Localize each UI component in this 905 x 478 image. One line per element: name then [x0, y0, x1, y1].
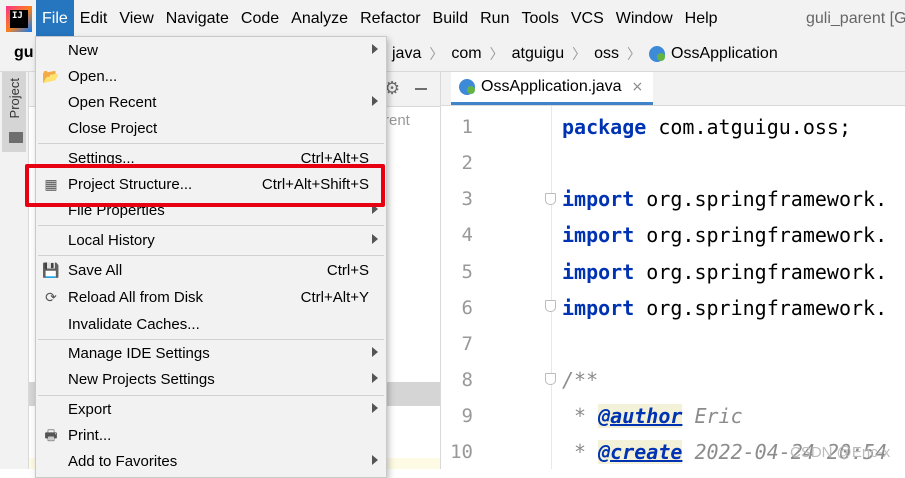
- breadcrumb-item-java[interactable]: java: [392, 45, 421, 63]
- menu-item-reload-from-disk[interactable]: ⟳ Reload All from Disk Ctrl+Alt+Y: [36, 285, 386, 311]
- line-number: 8: [461, 369, 473, 391]
- menu-navigate[interactable]: Navigate: [160, 0, 235, 37]
- chevron-right-icon: 〉: [627, 46, 641, 62]
- line-number: 1: [461, 116, 473, 138]
- file-menu-dropdown: New 📂 Open... Open Recent Close Project …: [35, 36, 387, 478]
- spring-class-icon: [649, 46, 665, 62]
- submenu-arrow-icon: [372, 96, 378, 106]
- menu-item-new[interactable]: New: [36, 38, 386, 64]
- menu-item-print[interactable]: 🖶 Print...: [36, 423, 386, 449]
- project-title: guli_parent [G: [806, 10, 905, 27]
- chevron-right-icon: 〉: [489, 46, 504, 62]
- menu-item-invalidate-caches[interactable]: Invalidate Caches...: [36, 312, 386, 338]
- line-number: 5: [461, 261, 473, 283]
- menu-analyze[interactable]: Analyze: [285, 0, 354, 37]
- folder-open-icon: 📂: [42, 69, 60, 85]
- menu-separator: [38, 339, 384, 340]
- save-icon: 💾: [42, 263, 60, 279]
- fold-icon[interactable]: [545, 300, 556, 312]
- breadcrumb-item-com[interactable]: com: [451, 45, 481, 63]
- intellij-logo-icon: IJ: [6, 5, 32, 32]
- menu-run[interactable]: Run: [474, 0, 515, 37]
- menu-separator: [38, 255, 384, 256]
- minimize-icon[interactable]: [415, 88, 427, 90]
- code-line: import org.springframework.: [562, 223, 888, 247]
- breadcrumb: java 〉 com 〉 atguigu 〉 oss 〉 OssApplicat…: [392, 37, 778, 71]
- menu-item-manage-ide-settings[interactable]: Manage IDE Settings: [36, 341, 386, 367]
- menu-item-save-all[interactable]: 💾 Save All Ctrl+S: [36, 258, 386, 284]
- left-tool-stripe: Project: [0, 72, 29, 469]
- fold-icon[interactable]: [545, 193, 556, 205]
- code-line: package com.atguigu.oss;: [562, 115, 851, 139]
- folder-icon: [9, 132, 23, 143]
- submenu-arrow-icon: [372, 234, 378, 244]
- tab-label: OssApplication.java: [481, 78, 622, 95]
- menu-tools[interactable]: Tools: [515, 0, 564, 37]
- project-tool-label: Project: [7, 78, 22, 119]
- breadcrumb-item-atguigu[interactable]: atguigu: [512, 45, 565, 63]
- line-number: 4: [461, 224, 473, 246]
- menu-separator: [38, 143, 384, 144]
- menu-view[interactable]: View: [113, 0, 159, 37]
- breadcrumb-item-ossapplication[interactable]: OssApplication: [671, 45, 778, 63]
- close-icon[interactable]: ×: [632, 79, 644, 95]
- submenu-arrow-icon: [372, 347, 378, 357]
- submenu-arrow-icon: [372, 403, 378, 413]
- menu-separator: [38, 225, 384, 226]
- menu-item-add-to-favorites[interactable]: Add to Favorites: [36, 449, 386, 475]
- code-line: /**: [562, 368, 599, 392]
- chevron-right-icon: 〉: [429, 46, 444, 62]
- print-icon: 🖶: [44, 428, 58, 444]
- project-tree-text: rent: [384, 112, 410, 129]
- menu-item-export[interactable]: Export: [36, 397, 386, 423]
- fold-icon[interactable]: [545, 373, 556, 385]
- menu-separator: [38, 395, 384, 396]
- menu-window[interactable]: Window: [610, 0, 679, 37]
- menu-edit[interactable]: Edit: [74, 0, 114, 37]
- code-line: import org.springframework.: [562, 296, 888, 320]
- line-number: 3: [461, 188, 473, 210]
- menu-item-close-project[interactable]: Close Project: [36, 116, 386, 142]
- menu-file[interactable]: File: [36, 0, 74, 37]
- submenu-arrow-icon: [372, 455, 378, 465]
- submenu-arrow-icon: [372, 44, 378, 54]
- menu-item-new-projects-settings[interactable]: New Projects Settings: [36, 367, 386, 393]
- menu-help[interactable]: Help: [679, 0, 724, 37]
- code-line: import org.springframework.: [562, 187, 888, 211]
- menu-item-open-recent[interactable]: Open Recent: [36, 90, 386, 116]
- line-number: 7: [461, 333, 473, 355]
- main-menubar: IJ File Edit View Navigate Code Analyze …: [0, 0, 905, 37]
- menu-code[interactable]: Code: [235, 0, 285, 37]
- line-number: 9: [461, 405, 473, 427]
- line-number: 2: [461, 152, 473, 174]
- tab-ossapplication[interactable]: OssApplication.java ×: [451, 72, 654, 105]
- chevron-right-icon: 〉: [572, 46, 587, 62]
- line-number: 10: [450, 441, 473, 463]
- watermark: CSDN @Eric-x: [790, 444, 891, 461]
- menu-vcs[interactable]: VCS: [565, 0, 610, 37]
- project-tool-window-button[interactable]: Project: [2, 72, 26, 152]
- line-number: 6: [461, 297, 473, 319]
- menu-refactor[interactable]: Refactor: [354, 0, 426, 37]
- code-line: * @author Eric: [562, 404, 743, 428]
- editor-gutter: 1 2 3 4 5 6 7 8 9 10: [441, 106, 552, 469]
- spring-class-icon: [459, 79, 475, 95]
- editor-tabs: OssApplication.java ×: [441, 72, 905, 106]
- menu-item-local-history[interactable]: Local History: [36, 228, 386, 254]
- menu-item-open[interactable]: 📂 Open...: [36, 64, 386, 90]
- code-editor[interactable]: package com.atguigu.oss; import org.spri…: [562, 106, 905, 469]
- submenu-arrow-icon: [372, 373, 378, 383]
- nav-project-root[interactable]: gu: [14, 44, 34, 62]
- menu-build[interactable]: Build: [427, 0, 475, 37]
- reload-icon: ⟳: [45, 290, 57, 306]
- code-line: import org.springframework.: [562, 260, 888, 284]
- breadcrumb-item-oss[interactable]: oss: [594, 45, 619, 63]
- annotation-highlight-box: [25, 164, 385, 207]
